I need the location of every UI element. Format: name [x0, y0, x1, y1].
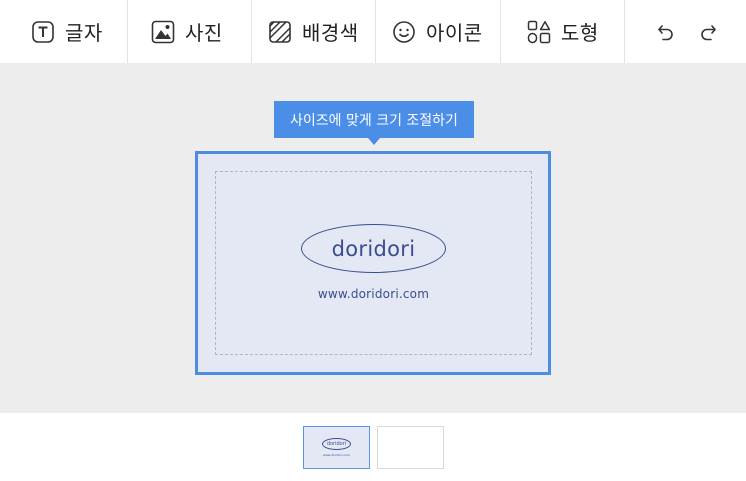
resize-tooltip-text: 사이즈에 맞게 크기 조절하기 — [290, 112, 458, 129]
resize-tooltip: 사이즈에 맞게 크기 조절하기 — [274, 101, 474, 145]
thumbnail-front[interactable]: doridori www.doridori.com — [303, 426, 370, 469]
photo-tool-button[interactable]: 사진 — [128, 0, 252, 63]
shape-tool-label: 도형 — [561, 21, 599, 45]
photo-icon — [150, 19, 176, 45]
editor-canvas: 사이즈에 맞게 크기 조절하기 doridori www.doridori.co… — [0, 63, 746, 413]
background-tool-label: 배경색 — [302, 21, 359, 45]
photo-tool-label: 사진 — [185, 21, 223, 45]
background-pattern-icon — [267, 19, 293, 45]
thumbnail-website: www.doridori.com — [322, 453, 350, 457]
undo-icon[interactable] — [654, 20, 678, 44]
icon-tool-label: 아이콘 — [426, 21, 483, 45]
shape-tool-button[interactable]: 도형 — [501, 0, 625, 63]
redo-icon[interactable] — [696, 20, 720, 44]
smiley-icon — [391, 19, 417, 45]
thumbnail-logo-text: doridori — [326, 441, 347, 447]
background-tool-button[interactable]: 배경색 — [252, 0, 376, 63]
text-tool-button[interactable]: 글자 — [0, 0, 128, 63]
tooltip-arrow — [368, 138, 380, 145]
text-icon — [30, 19, 56, 45]
logo-text: doridori — [331, 236, 416, 261]
page-thumbnails: doridori www.doridori.com — [0, 413, 746, 481]
shapes-icon — [526, 19, 552, 45]
thumbnail-back[interactable] — [377, 426, 444, 469]
text-tool-label: 글자 — [65, 21, 103, 45]
toolbar: 글자 사진 배경색 아이콘 도형 — [0, 0, 746, 63]
website-text[interactable]: www.doridori.com — [216, 287, 531, 301]
history-controls — [625, 0, 746, 63]
icon-tool-button[interactable]: 아이콘 — [376, 0, 501, 63]
business-card[interactable]: doridori www.doridori.com — [195, 151, 551, 375]
logo-element[interactable]: doridori — [301, 224, 446, 273]
thumbnail-logo: doridori — [322, 438, 351, 450]
safe-area-guide: doridori www.doridori.com — [215, 171, 532, 355]
